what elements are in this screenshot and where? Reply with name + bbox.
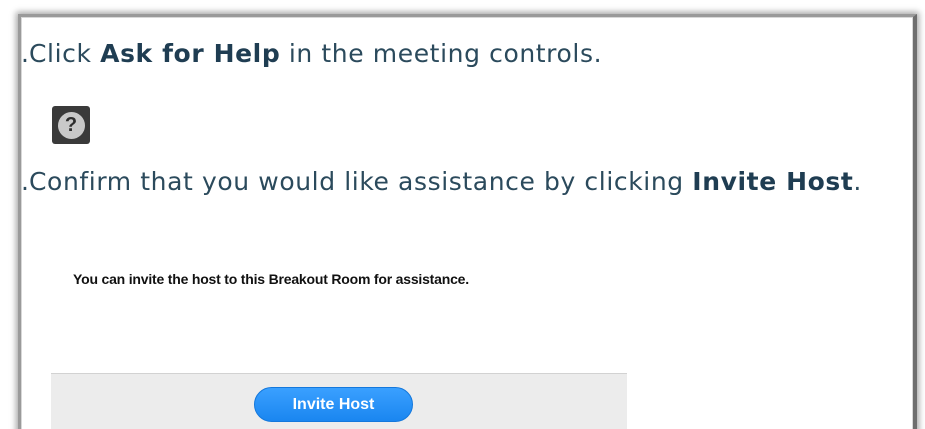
ask-for-help-icon: ?	[52, 106, 90, 144]
step-text-after: in the meeting controls.	[280, 39, 603, 68]
screenshot-frame: .Click Ask for Help in the meeting contr…	[18, 14, 917, 429]
instruction-step-1: .Click Ask for Help in the meeting contr…	[21, 41, 602, 66]
step-marker: .	[21, 167, 30, 196]
invite-host-button[interactable]: Invite Host	[254, 387, 413, 422]
step-text-after: .	[853, 167, 862, 196]
question-mark-icon: ?	[57, 111, 85, 139]
step-marker: .	[21, 39, 30, 68]
dialog-message: You can invite the host to this Breakout…	[73, 271, 469, 287]
instruction-step-2: .Confirm that you would like assistance …	[21, 169, 862, 194]
step-text-before: Click	[29, 39, 101, 68]
dialog-footer: Invite Host	[51, 373, 627, 429]
step-emphasis: Ask for Help	[100, 39, 281, 68]
step-text-before: Confirm that you would like assistance b…	[29, 167, 693, 196]
step-emphasis: Invite Host	[692, 167, 854, 196]
